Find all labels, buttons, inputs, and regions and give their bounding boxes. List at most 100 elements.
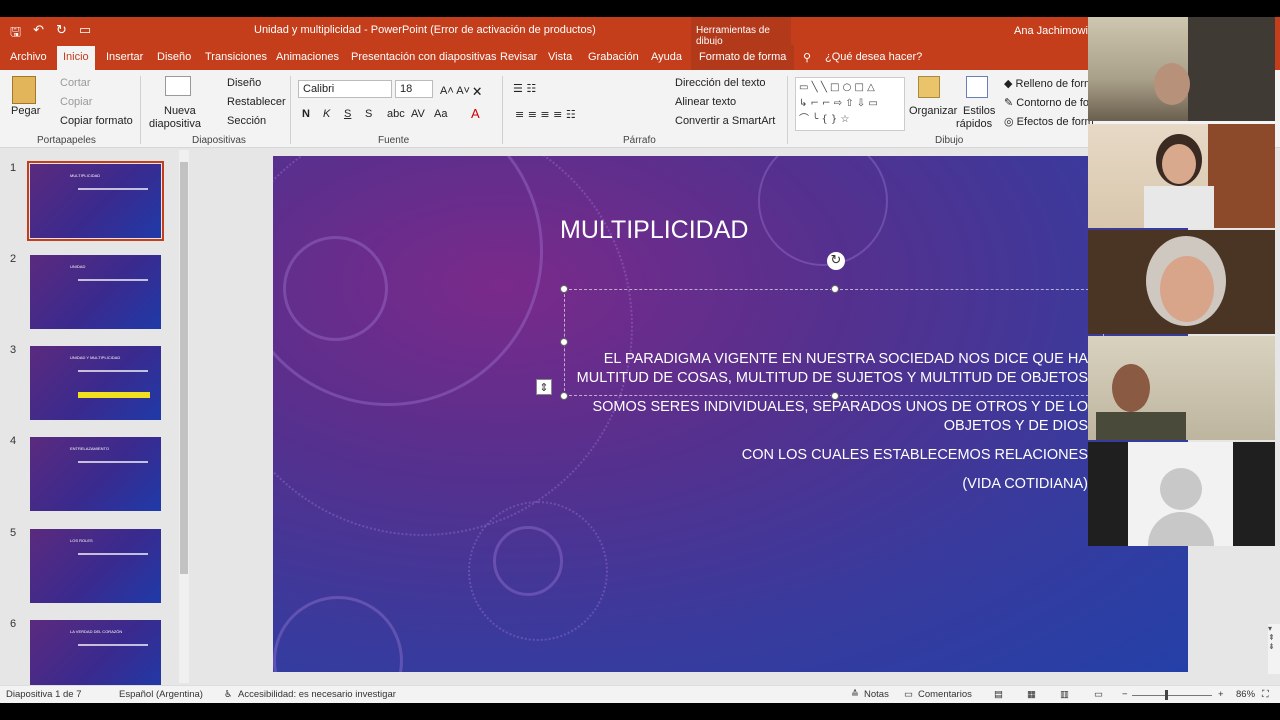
font-size-box[interactable]: 18	[395, 80, 433, 98]
participant-video-tile[interactable]	[1088, 336, 1275, 440]
zoom-in-button[interactable]: +	[1218, 689, 1224, 700]
copy-button[interactable]: Copiar	[60, 96, 92, 108]
zoom-out-button[interactable]: −	[1122, 689, 1128, 700]
slide-thumbnail[interactable]: UNIDAD Y MULTIPLICIDAD	[30, 346, 161, 420]
slide-thumbnail[interactable]: UNIDAD	[30, 255, 161, 329]
underline-button[interactable]: S	[344, 108, 351, 120]
shape-effects-button[interactable]: ◎ Efectos de form	[1004, 115, 1094, 128]
font-group-label: Fuente	[378, 135, 410, 146]
tab-ayuda[interactable]: Ayuda	[651, 51, 682, 63]
accessibility-status[interactable]: Accesibilidad: es necesario investigar	[238, 689, 396, 700]
resize-handle[interactable]	[560, 285, 568, 293]
font-size-controls[interactable]: A˄ A˅ 🗙	[440, 82, 481, 101]
new-slide-icon[interactable]	[165, 76, 191, 96]
tab-insertar[interactable]: Insertar	[106, 51, 143, 63]
new-slide-label-2[interactable]: diapositiva	[149, 118, 201, 130]
bold-button[interactable]: N	[302, 108, 310, 120]
align-text-button[interactable]: Alinear texto	[675, 96, 736, 108]
smartart-button[interactable]: Convertir a SmartArt	[675, 115, 775, 127]
tab-revisar[interactable]: Revisar	[500, 51, 537, 63]
zoom-slider-thumb[interactable]	[1165, 690, 1168, 700]
accessibility-icon[interactable]: ♿	[224, 689, 233, 700]
cut-button[interactable]: Cortar	[60, 77, 91, 89]
shape-fill-button[interactable]: ◆ Relleno de form	[1004, 77, 1093, 90]
thumb-text-line	[78, 553, 148, 555]
slide-thumbnail[interactable]: MULTIPLICIDAD	[27, 161, 164, 241]
tab-grabacion[interactable]: Grabación	[588, 51, 639, 63]
shape-outline-button[interactable]: ✎ Contorno de fo	[1004, 96, 1089, 109]
change-case-button[interactable]: Aa	[434, 108, 447, 120]
participant-video-tile[interactable]	[1088, 17, 1275, 121]
tab-vista[interactable]: Vista	[548, 51, 572, 63]
zoom-nav-buttons[interactable]: ▾ ⇞ ⇟	[1268, 624, 1280, 674]
rotate-handle-icon[interactable]: ↻	[827, 252, 845, 270]
undo-icon[interactable]: ↶	[33, 23, 44, 45]
slide-sorter-icon[interactable]: ▦	[1027, 689, 1036, 700]
resize-handle[interactable]	[831, 285, 839, 293]
slide-thumbnail[interactable]: LOS ROLES	[30, 529, 161, 603]
redo-icon[interactable]: ↻	[56, 23, 67, 45]
tab-inicio[interactable]: Inicio	[57, 46, 95, 70]
format-painter-button[interactable]: Copiar formato	[60, 115, 133, 127]
layout-button[interactable]: Diseño	[227, 77, 261, 89]
reset-button[interactable]: Restablecer	[227, 96, 286, 108]
tab-diseno[interactable]: Diseño	[157, 51, 191, 63]
italic-button[interactable]: K	[323, 108, 330, 120]
slide-title[interactable]: MULTIPLICIDAD	[560, 216, 748, 245]
zoom-slider[interactable]	[1132, 695, 1212, 696]
zoom-level[interactable]: 86%	[1236, 689, 1255, 700]
comments-icon[interactable]: ▭	[904, 689, 913, 700]
tab-formato-de-forma[interactable]: Formato de forma	[691, 45, 795, 70]
tab-transiciones[interactable]: Transiciones	[205, 51, 267, 63]
slide-editor[interactable]: MULTIPLICIDAD ↻ ⇕ EL PARADIGMA VIGENTE E…	[273, 156, 1188, 672]
slide-thumbnail[interactable]: ENTRELAZAMIENTO	[30, 437, 161, 511]
resize-handle[interactable]	[560, 338, 568, 346]
participant-video-tile[interactable]	[1088, 124, 1275, 228]
slide-body-text[interactable]: EL PARADIGMA VIGENTE EN NUESTRA SOCIEDAD…	[563, 350, 1088, 504]
paste-button[interactable]: Pegar	[11, 105, 40, 117]
notes-button[interactable]: Notas	[864, 689, 889, 700]
start-from-beginning-icon[interactable]: ▭	[79, 23, 91, 45]
font-color-button[interactable]: A	[471, 106, 480, 121]
tab-presentacion[interactable]: Presentación con diapositivas	[351, 51, 497, 63]
thumb-text-line	[78, 370, 148, 372]
comments-button[interactable]: Comentarios	[918, 689, 972, 700]
tab-animaciones[interactable]: Animaciones	[276, 51, 339, 63]
shapes-gallery[interactable]: ▭ ╲ ╲ □ ○ □ △ ↳ ⌐ ⌐ ⇨ ⇧ ⇩ ▭ ⌒ ╰ { } ☆	[795, 77, 905, 131]
language-indicator[interactable]: Español (Argentina)	[119, 689, 203, 700]
fit-slide-icon[interactable]: ⛶	[1262, 689, 1269, 700]
autofit-options-icon[interactable]: ⇕	[536, 379, 552, 395]
normal-view-icon[interactable]: ▤	[994, 689, 1003, 700]
arrange-icon[interactable]	[918, 76, 940, 98]
align-icons[interactable]: ≡ ≡ ≡ ≡ ☷	[515, 108, 576, 121]
lightbulb-icon: ⚲	[803, 52, 812, 64]
section-button[interactable]: Sección	[227, 115, 266, 127]
save-icon[interactable]: 🖫	[10, 23, 21, 45]
quick-styles-icon[interactable]	[966, 76, 988, 98]
tell-me-search[interactable]: ¿Qué desea hacer?	[825, 51, 922, 63]
bullets-icon[interactable]: ☰ ☷	[513, 82, 536, 95]
quick-styles-label-1[interactable]: Estilos	[963, 105, 995, 117]
strikethrough-button[interactable]: abc	[387, 108, 405, 120]
outline-icon: ✎	[1004, 96, 1014, 109]
thumb-number: 4	[10, 435, 17, 447]
arrange-button[interactable]: Organizar	[909, 105, 957, 117]
participant-video-tile-off[interactable]	[1088, 442, 1275, 546]
font-name-box[interactable]: Calibri	[298, 80, 392, 98]
shadow-button[interactable]: S	[365, 108, 372, 120]
quick-styles-label-2[interactable]: rápidos	[956, 118, 992, 130]
text-direction-button[interactable]: Dirección del texto	[675, 77, 766, 89]
notes-icon[interactable]: ≙	[851, 689, 859, 700]
slide-thumbnail[interactable]: LA VERDAD DEL CORAZÓN	[30, 620, 161, 694]
scrollbar-thumb[interactable]	[180, 162, 188, 574]
paste-icon[interactable]	[12, 76, 36, 104]
tab-archivo[interactable]: Archivo	[10, 51, 47, 63]
participant-video-tile[interactable]	[1088, 230, 1275, 334]
reading-view-icon[interactable]: ▥	[1060, 689, 1069, 700]
char-spacing-button[interactable]: AV	[411, 108, 425, 120]
new-slide-label-1[interactable]: Nueva	[164, 105, 196, 117]
thumbnails-scrollbar[interactable]	[179, 150, 189, 683]
account-name[interactable]: Ana Jachimowicz	[1014, 25, 1099, 37]
slideshow-icon[interactable]: ▭	[1094, 689, 1103, 700]
slide-counter: Diapositiva 1 de 7	[6, 689, 82, 700]
